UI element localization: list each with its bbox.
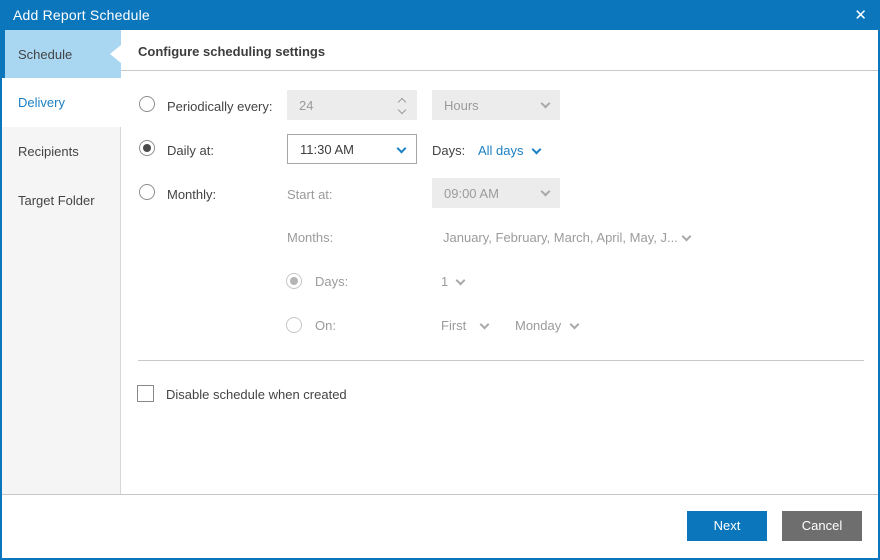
periodic-unit-select: Hours [432,90,560,120]
monthly-days-value: 1 [441,274,449,289]
add-report-schedule-dialog: Add Report Schedule ✕ Schedule Delivery … [0,0,880,560]
periodic-interval-input [287,90,417,120]
wizard-steps-sidebar: Schedule Delivery Recipients Target Fold… [0,30,121,494]
chevron-down-icon [479,319,490,330]
active-tab-notch [110,45,121,63]
close-icon[interactable]: ✕ [854,8,867,23]
sidebar-item-delivery[interactable]: Delivery [0,78,121,127]
section-divider [138,360,864,361]
daily-radio[interactable] [139,140,155,156]
chevron-down-icon [540,186,551,197]
chevron-down-icon [569,319,580,330]
heading-divider [121,70,878,71]
sidebar-item-label: Delivery [18,95,65,110]
sidebar-item-label: Recipients [18,144,79,159]
daily-label: Daily at: [167,143,214,158]
next-button[interactable]: Next [687,511,767,541]
periodically-radio[interactable] [139,96,155,112]
chevron-down-icon [455,275,466,286]
sidebar-item-label: Target Folder [18,193,95,208]
sidebar-item-target-folder[interactable]: Target Folder [0,176,121,225]
chevron-down-icon [540,98,551,109]
dialog-border [0,0,880,560]
daily-time-value: 11:30 AM [300,141,354,157]
sidebar-item-label: Schedule [18,46,73,62]
disable-schedule-checkbox[interactable] [137,385,154,402]
months-label: Months: [287,230,334,245]
sidebar-item-schedule[interactable]: Schedule [0,30,121,78]
chevron-down-icon[interactable] [531,144,542,155]
page-title: Configure scheduling settings [138,44,326,59]
monthly-days-radio [286,273,302,289]
dialog-title: Add Report Schedule [13,7,150,23]
days-label: Days: [432,143,466,158]
monthly-on-ordinal: First [441,318,467,333]
footer-divider [0,494,880,495]
monthly-on-weekday: Monday [515,318,562,333]
periodic-unit-value: Hours [444,97,479,113]
daily-time-select[interactable]: 11:30 AM [287,134,417,164]
disable-schedule-label: Disable schedule when created [166,387,347,402]
title-bar: Add Report Schedule ✕ [0,0,880,30]
start-at-label: Start at: [287,187,333,202]
sidebar-item-recipients[interactable]: Recipients [0,127,121,176]
monthly-start-value: 09:00 AM [444,185,499,201]
cancel-button[interactable]: Cancel [782,511,862,541]
monthly-on-radio [286,317,302,333]
monthly-start-select: 09:00 AM [432,178,560,208]
months-value: January, February, March, April, May, J.… [443,230,678,245]
monthly-days-label: Days: [315,274,349,289]
monthly-radio[interactable] [139,184,155,200]
monthly-label: Monthly: [167,187,217,202]
periodically-label: Periodically every: [167,99,273,114]
chevron-down-icon [396,143,407,154]
monthly-on-label: On: [315,318,336,333]
all-days-link[interactable]: All days [478,143,524,159]
chevron-down-icon [681,231,692,242]
